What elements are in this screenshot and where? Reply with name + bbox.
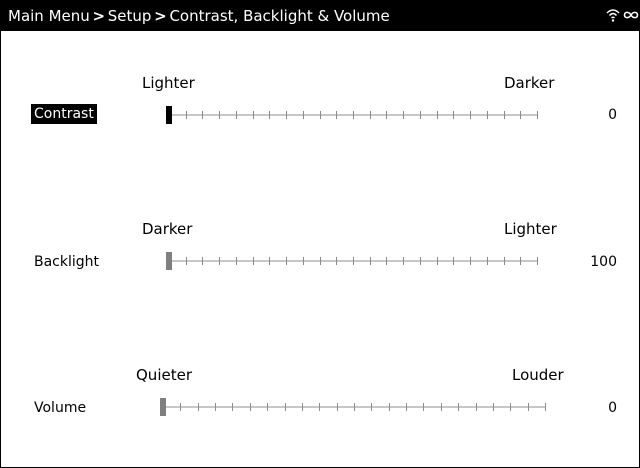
backlight-min-label: Darker	[142, 220, 193, 238]
breadcrumb: Main Menu > Setup > Contrast, Backlight & Vo…	[8, 1, 390, 31]
contrast-min-label: Lighter	[142, 74, 195, 92]
contrast-max-label: Darker	[504, 74, 555, 92]
breadcrumb-main-menu[interactable]: Main Menu	[8, 7, 90, 25]
volume-value: 0	[608, 400, 617, 416]
infinity-icon	[623, 11, 639, 19]
backlight-max-label: Lighter	[504, 220, 557, 238]
volume-max-label: Louder	[512, 366, 564, 384]
breadcrumb-current-page: Contrast, Backlight & Volume	[169, 7, 390, 25]
volume-slider-handle[interactable]	[160, 398, 166, 416]
title-bar: Main Menu > Setup > Contrast, Backlight & Vo…	[1, 1, 639, 31]
backlight-slider-handle[interactable]	[166, 252, 172, 270]
contrast-label[interactable]: Contrast	[31, 104, 97, 124]
breadcrumb-separator: >	[92, 7, 106, 25]
breadcrumb-separator: >	[154, 7, 167, 25]
volume-min-label: Quieter	[136, 366, 192, 384]
backlight-label[interactable]: Backlight	[34, 252, 99, 272]
contrast-slider[interactable]	[166, 105, 542, 125]
settings-screen: Main Menu > Setup > Contrast, Backlight & Vo…	[0, 0, 640, 468]
volume-label[interactable]: Volume	[34, 398, 86, 418]
contrast-value: 0	[608, 107, 617, 123]
wifi-icon	[606, 9, 620, 22]
volume-slider[interactable]	[160, 397, 550, 417]
contrast-slider-handle[interactable]	[166, 106, 172, 124]
status-icons	[603, 1, 639, 31]
backlight-slider[interactable]	[166, 251, 542, 271]
breadcrumb-setup[interactable]: Setup	[108, 7, 152, 25]
backlight-value: 100	[590, 254, 617, 270]
